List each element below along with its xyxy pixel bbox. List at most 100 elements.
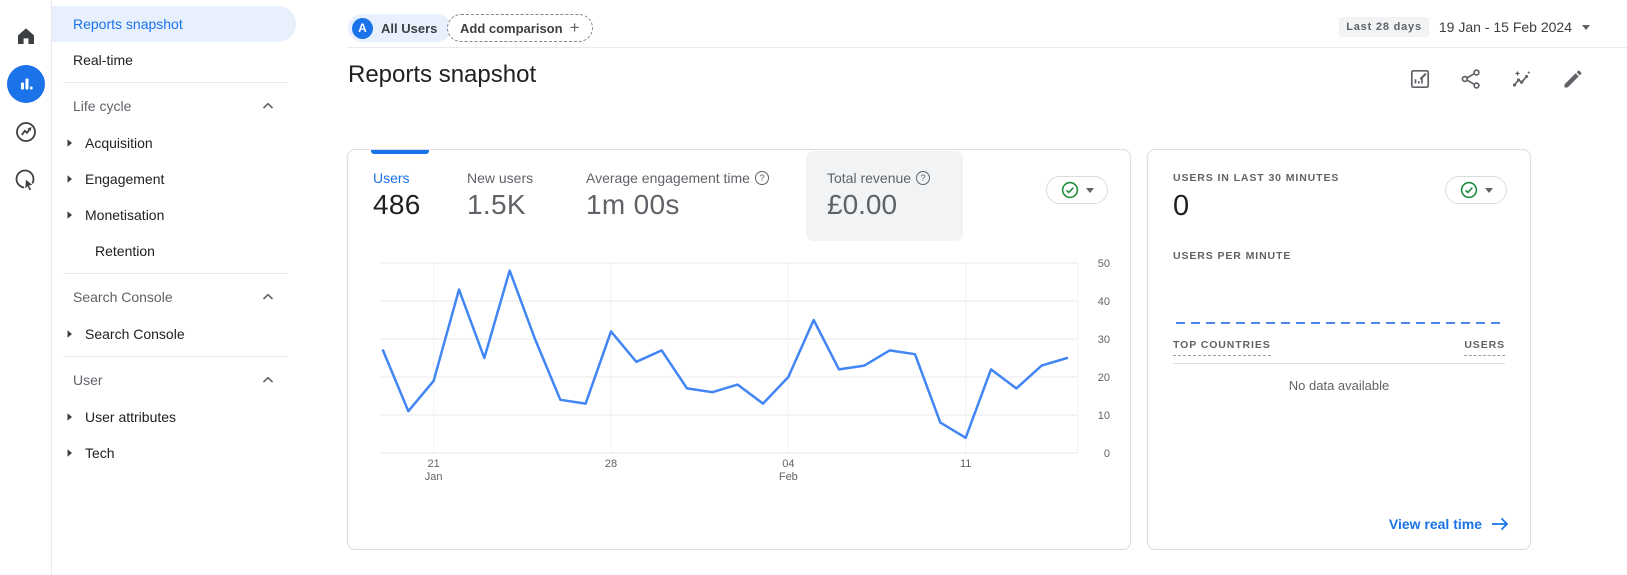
metric-label: New users bbox=[467, 170, 534, 186]
svg-text:Feb: Feb bbox=[779, 471, 798, 483]
users-column-header[interactable]: USERS bbox=[1464, 339, 1505, 356]
sidebar-item-label: Engagement bbox=[85, 171, 165, 187]
sidebar-item-search-console[interactable]: Search Console bbox=[52, 316, 302, 352]
sidebar-item-real-time[interactable]: Real-time bbox=[52, 42, 302, 78]
caret-down-icon bbox=[1085, 187, 1094, 193]
sidebar-item-acquisition[interactable]: Acquisition bbox=[52, 125, 302, 161]
sidebar-section-label: Life cycle bbox=[73, 98, 132, 114]
date-range-value: 19 Jan - 15 Feb 2024 bbox=[1438, 19, 1572, 35]
caret-down-icon bbox=[1484, 187, 1493, 193]
sidebar-item-label: User attributes bbox=[85, 409, 177, 425]
view-real-time-label: View real time bbox=[1388, 516, 1482, 532]
svg-text:0: 0 bbox=[1104, 448, 1110, 460]
all-users-label: All Users bbox=[381, 20, 438, 36]
sidebar-item-engagement[interactable]: Engagement bbox=[52, 161, 302, 197]
svg-text:10: 10 bbox=[1098, 410, 1110, 422]
svg-text:28: 28 bbox=[605, 458, 617, 470]
svg-text:Jan: Jan bbox=[425, 471, 443, 483]
data-quality-dropdown[interactable] bbox=[1046, 176, 1108, 204]
share-icon[interactable] bbox=[1454, 62, 1488, 96]
sidebar-item-monetisation[interactable]: Monetisation bbox=[52, 197, 302, 233]
table-header-rule bbox=[1173, 363, 1505, 364]
metric-users[interactable]: Users 486 bbox=[373, 170, 421, 221]
svg-text:11: 11 bbox=[960, 458, 971, 470]
advertising-icon[interactable] bbox=[6, 160, 46, 200]
help-icon[interactable]: ? bbox=[916, 171, 931, 185]
per-minute-zero-line bbox=[1176, 322, 1506, 324]
svg-text:30: 30 bbox=[1098, 334, 1110, 346]
header-actions bbox=[1403, 62, 1590, 96]
reports-icon[interactable] bbox=[6, 64, 46, 104]
caret-right-icon bbox=[66, 329, 76, 339]
arrow-right-icon bbox=[1492, 517, 1509, 531]
caret-right-icon bbox=[66, 138, 76, 148]
realtime-title: USERS IN LAST 30 MINUTES bbox=[1173, 172, 1340, 184]
metric-new-users[interactable]: New users 1.5K bbox=[467, 170, 533, 221]
sidebar-section-user[interactable]: User bbox=[52, 361, 302, 399]
plus-icon: + bbox=[569, 18, 580, 37]
users-chart-area: 0 10 20 30 40 50 21 Jan 28 04 Feb 11 bbox=[348, 245, 1132, 495]
metric-total-revenue[interactable]: Total revenue ? £0.00 bbox=[806, 151, 963, 241]
sidebar-divider bbox=[63, 356, 288, 357]
metric-label: Users bbox=[373, 170, 410, 186]
sidebar-item-label: Tech bbox=[85, 445, 115, 461]
metric-value: 486 bbox=[373, 189, 421, 220]
top-countries-header[interactable]: TOP COUNTRIES bbox=[1173, 339, 1271, 356]
selected-metric-indicator bbox=[371, 150, 429, 154]
reports-active-circle bbox=[6, 65, 45, 103]
topbar-divider bbox=[347, 47, 1627, 48]
svg-text:21: 21 bbox=[428, 458, 440, 470]
sidebar-divider bbox=[63, 82, 288, 83]
all-users-chip[interactable]: A All Users bbox=[348, 14, 452, 42]
svg-text:40: 40 bbox=[1098, 296, 1110, 308]
nav-rail bbox=[0, 0, 52, 575]
overview-card: Users 486 New users 1.5K Average engagem… bbox=[347, 149, 1131, 550]
caret-right-icon bbox=[66, 210, 76, 220]
countries-table-header: TOP COUNTRIES USERS bbox=[1173, 339, 1505, 356]
metric-value: 1m 00s bbox=[586, 189, 680, 220]
sidebar-item-user-attributes[interactable]: User attributes bbox=[52, 399, 302, 435]
reports-sidebar: Reports snapshot Real-time Life cycle Ac… bbox=[52, 0, 302, 575]
help-icon[interactable]: ? bbox=[754, 171, 769, 185]
view-real-time-link[interactable]: View real time bbox=[1389, 516, 1509, 532]
check-circle-icon bbox=[1460, 181, 1477, 199]
add-comparison-button[interactable]: Add comparison + bbox=[447, 14, 593, 42]
sidebar-section-search-console[interactable]: Search Console bbox=[52, 278, 302, 316]
sidebar-item-label: Reports snapshot bbox=[73, 16, 183, 32]
date-range-selector[interactable]: Last 28 days 19 Jan - 15 Feb 2024 bbox=[1339, 17, 1590, 37]
sidebar-item-label: Search Console bbox=[85, 326, 185, 342]
explore-icon[interactable] bbox=[6, 112, 46, 152]
metric-value: 1.5K bbox=[467, 189, 526, 220]
svg-text:50: 50 bbox=[1098, 258, 1110, 270]
sidebar-section-life-cycle[interactable]: Life cycle bbox=[52, 87, 302, 125]
chevron-up-icon bbox=[262, 376, 274, 384]
realtime-card: USERS IN LAST 30 MINUTES 0 USERS PER MIN… bbox=[1147, 149, 1531, 550]
svg-text:20: 20 bbox=[1098, 372, 1110, 384]
svg-text:04: 04 bbox=[782, 458, 794, 470]
customize-report-icon[interactable] bbox=[1403, 62, 1437, 96]
caret-right-icon bbox=[66, 174, 76, 184]
chevron-up-icon bbox=[262, 102, 274, 110]
users-per-minute-label: USERS PER MINUTE bbox=[1173, 250, 1292, 262]
no-data-message: No data available bbox=[1288, 378, 1390, 393]
caret-right-icon bbox=[66, 448, 76, 458]
sidebar-section-label: Search Console bbox=[73, 289, 173, 305]
sidebar-divider bbox=[63, 273, 288, 274]
sidebar-item-label: Acquisition bbox=[85, 135, 153, 151]
sidebar-item-label: Real-time bbox=[73, 52, 133, 68]
insights-icon[interactable] bbox=[1505, 62, 1539, 96]
add-comparison-label: Add comparison bbox=[460, 20, 563, 36]
realtime-users-value: 0 bbox=[1173, 190, 1190, 222]
sidebar-item-reports-snapshot[interactable]: Reports snapshot bbox=[52, 6, 296, 42]
home-icon[interactable] bbox=[6, 16, 46, 56]
sidebar-item-label: Retention bbox=[95, 243, 155, 259]
metric-label: Average engagement time bbox=[586, 170, 750, 186]
sidebar-item-label: Monetisation bbox=[85, 207, 165, 223]
caret-right-icon bbox=[66, 412, 76, 422]
data-quality-dropdown[interactable] bbox=[1445, 176, 1507, 204]
metric-avg-engagement-time[interactable]: Average engagement time ? 1m 00s bbox=[586, 170, 769, 221]
page-title: Reports snapshot bbox=[348, 61, 537, 88]
sidebar-item-retention[interactable]: Retention bbox=[52, 233, 302, 269]
sidebar-item-tech[interactable]: Tech bbox=[52, 435, 302, 471]
edit-icon[interactable] bbox=[1556, 62, 1590, 96]
